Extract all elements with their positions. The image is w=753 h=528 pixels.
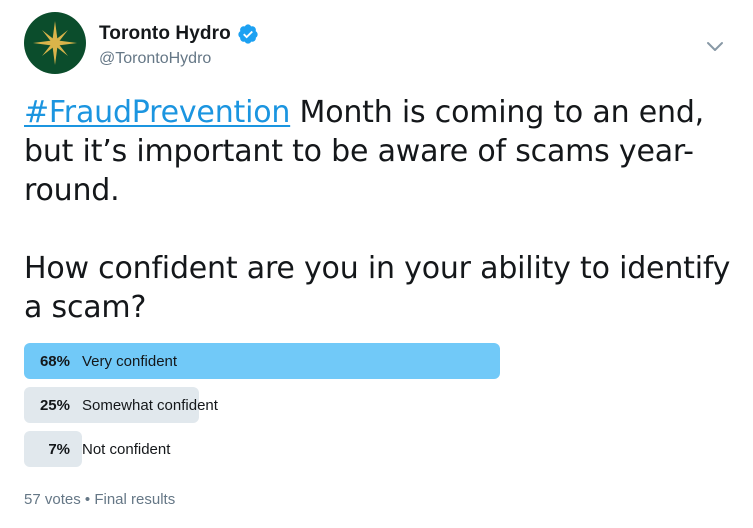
poll-choice: 7% Not confident	[24, 431, 504, 467]
poll-choice-percent: 7%	[48, 440, 70, 458]
author-display-name[interactable]: Toronto Hydro	[99, 23, 231, 45]
poll-choice: 68% Very confident	[24, 343, 504, 379]
poll-footer: 57 votes • Final results	[24, 491, 175, 508]
tweet-text: #FraudPrevention Month is coming to an e…	[24, 93, 736, 327]
author-handle[interactable]: @TorontoHydro	[99, 50, 211, 68]
tweet-paragraph: #FraudPrevention Month is coming to an e…	[24, 93, 736, 210]
poll-choice-percent: 68%	[39, 352, 70, 370]
tweet-card: Toronto Hydro @TorontoHydro #FraudPreven…	[0, 0, 753, 528]
toronto-hydro-logo-icon	[33, 21, 77, 65]
poll: 68% Very confident 25% Somewhat confiden…	[24, 343, 504, 475]
author-name-row[interactable]: Toronto Hydro	[99, 22, 259, 46]
poll-vote-count: 57 votes	[24, 491, 81, 508]
poll-choice: 25% Somewhat confident	[24, 387, 504, 423]
poll-choice-label: Somewhat confident	[82, 396, 218, 414]
poll-choice-label: Not confident	[82, 440, 171, 458]
chevron-down-icon[interactable]	[706, 38, 724, 56]
verified-badge-icon	[237, 23, 259, 45]
hashtag-link[interactable]: #FraudPrevention	[24, 95, 290, 130]
poll-status: Final results	[94, 491, 176, 508]
poll-choice-label: Very confident	[82, 352, 178, 370]
poll-question: How confident are you in your ability to…	[24, 251, 731, 325]
poll-footer-separator: •	[84, 491, 91, 508]
poll-choice-percent: 25%	[39, 396, 70, 414]
avatar[interactable]	[24, 12, 86, 74]
